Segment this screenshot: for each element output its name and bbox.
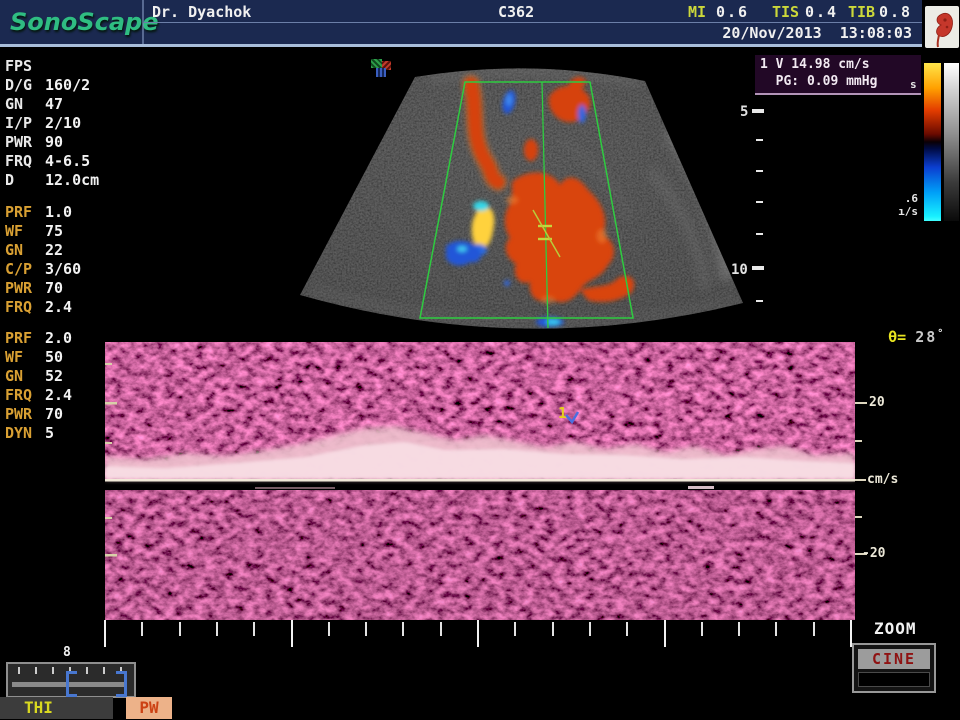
datetime: 20/Nov/2013 13:08:03 — [560, 24, 912, 42]
degree-symbol: ° — [937, 328, 943, 339]
param-value: 3/60 — [45, 260, 81, 278]
tis-value: 0.4 — [805, 3, 838, 21]
param-label: PWR — [5, 279, 32, 297]
measurement-marker-1[interactable]: 1 — [558, 404, 567, 422]
cine-button[interactable]: CINE — [852, 643, 936, 693]
param-value: 22 — [45, 241, 63, 259]
param-label: WF — [5, 348, 23, 366]
param-value: 5 — [45, 424, 54, 442]
param-value: 4-6.5 — [45, 152, 90, 170]
b-mode-display — [250, 50, 770, 340]
sonoscape-logo: SonoScape — [10, 8, 138, 36]
pw-mode-label[interactable]: PW — [139, 698, 158, 717]
spectral-doppler-display: 1 — [105, 342, 855, 620]
param-value: 2/10 — [45, 114, 81, 132]
cine-button-label[interactable]: CINE — [858, 649, 930, 669]
colorbar-scale-unit: ı/s — [894, 205, 918, 218]
time-axis — [104, 620, 860, 648]
tib-value: 0.8 — [879, 3, 912, 21]
param-value: 52 — [45, 367, 63, 385]
param-value: 75 — [45, 222, 63, 240]
probe-model: C362 — [498, 3, 534, 21]
zoom-label[interactable]: ZOOM — [874, 619, 917, 638]
slider-left-bracket[interactable] — [66, 671, 77, 697]
param-value: 47 — [45, 95, 63, 113]
measurement-result-box: 1 V 14.98 cm/s PG: 0.09 mmHg — [755, 55, 921, 95]
param-value: 12.0cm — [45, 171, 99, 189]
pw-mode-badge[interactable]: PW — [126, 697, 172, 719]
depth-label-10: 10 — [731, 262, 748, 278]
param-value: 2.0 — [45, 329, 72, 347]
angle-correction-readout: θ= 28° — [852, 310, 943, 364]
param-value: 2.4 — [45, 386, 72, 404]
tis-label: TIS — [772, 3, 799, 21]
mi-label: MI — [688, 3, 706, 21]
cine-progress-area — [858, 672, 930, 687]
axis-label-plus20: 20 — [869, 395, 885, 410]
param-label: GN — [5, 241, 23, 259]
param-label: GN — [5, 95, 23, 113]
slider-right-bracket[interactable] — [116, 671, 127, 697]
doppler-baseline[interactable] — [105, 479, 855, 482]
param-label: I/P — [5, 114, 32, 132]
param-label: PRF — [5, 203, 32, 221]
doctor-name: Dr. Dyachok — [152, 3, 251, 21]
param-label: FPS — [5, 57, 32, 75]
thi-mode-strip: THI — [0, 697, 113, 719]
colorbar-scale-value: .6 — [896, 192, 918, 205]
axis-unit-label: cm/s — [867, 472, 898, 487]
param-label: D/G — [5, 76, 32, 94]
topbar-row-divider — [144, 22, 922, 23]
param-label: FRQ — [5, 298, 32, 316]
param-label: D — [5, 171, 14, 189]
param-label: PRF — [5, 329, 32, 347]
param-label: FRQ — [5, 386, 32, 404]
param-label: WF — [5, 222, 23, 240]
param-value: 50 — [45, 348, 63, 366]
theta-value: 28 — [915, 328, 937, 346]
body-mark-kidney-icon[interactable] — [925, 6, 959, 48]
tib-label: TIB — [848, 3, 875, 21]
param-label: PWR — [5, 133, 32, 151]
param-value: 2.4 — [45, 298, 72, 316]
probe-orientation-icon — [371, 57, 392, 78]
param-value: 1.0 — [45, 203, 72, 221]
velocity-measurement: 1 V 14.98 cm/s — [760, 57, 870, 72]
theta-symbol: θ= — [888, 328, 906, 346]
param-label: FRQ — [5, 152, 32, 170]
colorbar-top-label: s — [910, 78, 917, 91]
param-label: PWR — [5, 405, 32, 423]
color-doppler-scale-bar — [924, 63, 941, 221]
param-value: 70 — [45, 405, 63, 423]
param-value: 160/2 — [45, 76, 90, 94]
pressure-gradient-measurement: PG: 0.09 mmHg — [760, 74, 877, 89]
param-label: GN — [5, 367, 23, 385]
mi-value: 0.6 — [716, 3, 749, 21]
param-label: C/P — [5, 260, 32, 278]
axis-label-minus20: -20 — [862, 546, 885, 561]
depth-label-5: 5 — [740, 104, 748, 120]
cine-frame-value: 8 — [63, 645, 71, 660]
grayscale-bar — [944, 63, 959, 221]
ultrasound-screen: SonoScape Dr. Dyachok C362 MI 0.6 TIS 0.… — [0, 0, 960, 720]
param-value: 70 — [45, 279, 63, 297]
topbar-bottom-edge — [0, 44, 922, 47]
cine-scroll-slider[interactable] — [6, 662, 136, 698]
thi-mode-label[interactable]: THI — [24, 698, 53, 717]
param-value: 90 — [45, 133, 63, 151]
param-label: DYN — [5, 424, 32, 442]
